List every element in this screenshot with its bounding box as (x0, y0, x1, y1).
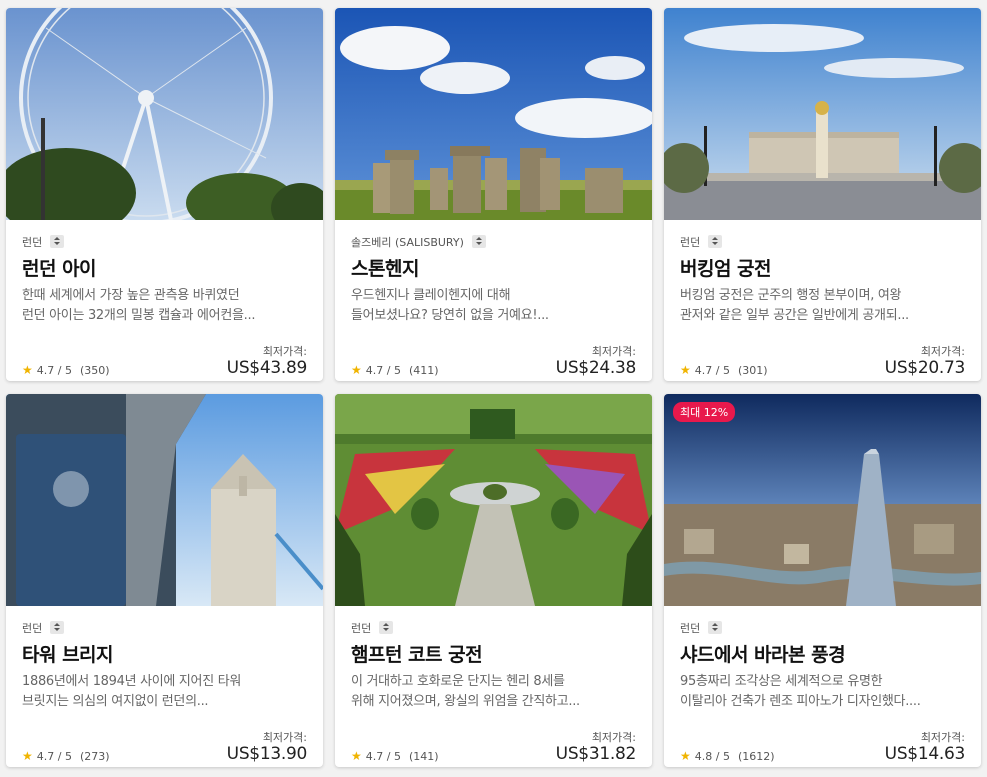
card-rating: ★ 4.7 / 5 (350) (22, 363, 110, 377)
description-line-1: 이 거대하고 호화로운 단지는 헨리 8세를 (351, 674, 565, 689)
star-icon: ★ (22, 363, 33, 377)
card-location: 런던 (680, 235, 701, 249)
price-value: US$24.38 (555, 358, 637, 378)
description-line-1: 한때 세계에서 가장 높은 관측용 바퀴였던 (22, 288, 240, 303)
review-count: (350) (79, 363, 110, 377)
card-title[interactable]: 런던 아이 (22, 254, 307, 281)
description-line-2: 이탈리아 건축가 렌조 피아노가 디자인했다.... (680, 694, 921, 709)
hampton-court-palace-photo[interactable] (335, 394, 652, 606)
sort-arrows-icon[interactable] (708, 621, 723, 634)
description-line-1: 95층짜리 조각상은 세계적으로 유명한 (680, 674, 883, 689)
sort-arrows-icon[interactable] (50, 621, 65, 634)
card-location: 런던 (22, 621, 43, 635)
rating-value: 4.7 (694, 363, 713, 377)
rating-max: / 5 (386, 749, 401, 763)
attraction-card-tower-bridge[interactable]: 런던 타워 브리지 1886년에서 1894년 사이에 지어진 타워 브릿지는 … (6, 394, 323, 767)
attraction-card-view-from-the-shard[interactable]: 최대 12% 런던 샤드에서 바라본 풍경 95층짜리 조각상은 세계적으로 유… (664, 394, 981, 767)
star-icon: ★ (351, 749, 362, 763)
card-title[interactable]: 샤드에서 바라본 풍경 (680, 640, 965, 667)
attractions-grid: 런던 런던 아이 한때 세계에서 가장 높은 관측용 바퀴였던 런던 아이는 3… (6, 8, 981, 767)
price-label: 최저가격: (920, 345, 965, 358)
card-rating: ★ 4.8 / 5 (1612) (680, 749, 775, 763)
description-line-2: 관저와 같은 일부 공간은 일반에게 공개되... (680, 308, 909, 323)
card-title[interactable]: 타워 브리지 (22, 640, 307, 667)
description-line-2: 브릿지는 의심의 여지없이 런던의... (22, 694, 209, 709)
tower-bridge-photo[interactable] (6, 394, 323, 606)
review-count: (141) (408, 749, 439, 763)
card-rating: ★ 4.7 / 5 (301) (680, 363, 768, 377)
sort-arrows-icon[interactable] (379, 621, 394, 634)
star-icon: ★ (351, 363, 362, 377)
rating-max: / 5 (57, 363, 72, 377)
star-icon: ★ (680, 363, 691, 377)
description-line-2: 런던 아이는 32개의 밀봉 캡슐과 에어컨을... (22, 308, 256, 323)
description-line-2: 들어보셨나요? 당연히 없을 거예요!... (351, 308, 549, 323)
review-count: (273) (79, 749, 110, 763)
price-value: US$13.90 (226, 744, 308, 764)
attraction-card-buckingham-palace[interactable]: 런던 버킹엄 궁전 버킹엄 궁전은 군주의 행정 본부이며, 여왕 관저와 같은… (664, 8, 981, 381)
buckingham-palace-photo[interactable] (664, 8, 981, 220)
card-rating: ★ 4.7 / 5 (273) (22, 749, 110, 763)
card-location: 런던 (351, 621, 372, 635)
star-icon: ★ (680, 749, 691, 763)
rating-value: 4.7 (365, 363, 384, 377)
price-label: 최저가격: (262, 731, 307, 744)
price-value: US$31.82 (555, 744, 637, 764)
price-value: US$43.89 (226, 358, 308, 378)
rating-max: / 5 (57, 749, 72, 763)
description-line-1: 버킹엄 궁전은 군주의 행정 본부이며, 여왕 (680, 288, 902, 303)
card-title[interactable]: 버킹엄 궁전 (680, 254, 965, 281)
rating-value: 4.8 (694, 749, 713, 763)
price-label: 최저가격: (920, 731, 965, 744)
card-description: 1886년에서 1894년 사이에 지어진 타워 브릿지는 의심의 여지없이 런… (22, 672, 307, 712)
review-count: (411) (408, 363, 439, 377)
card-description: 버킹엄 궁전은 군주의 행정 본부이며, 여왕 관저와 같은 일부 공간은 일반… (680, 286, 965, 326)
description-line-1: 우드헨지나 클레이헨지에 대해 (351, 288, 511, 303)
stonehenge-photo[interactable] (335, 8, 652, 220)
sort-arrows-icon[interactable] (708, 235, 723, 248)
card-location: 런던 (22, 235, 43, 249)
shard-view-photo[interactable]: 최대 12% (664, 394, 981, 606)
review-count: (1612) (737, 749, 775, 763)
card-description: 우드헨지나 클레이헨지에 대해 들어보셨나요? 당연히 없을 거예요!... (351, 286, 636, 326)
card-description: 한때 세계에서 가장 높은 관측용 바퀴였던 런던 아이는 32개의 밀봉 캡슐… (22, 286, 307, 326)
star-icon: ★ (22, 749, 33, 763)
card-title[interactable]: 햄프턴 코트 궁전 (351, 640, 636, 667)
sort-arrows-icon[interactable] (50, 235, 65, 248)
card-location: 솔즈베리 (SALISBURY) (351, 235, 464, 249)
rating-max: / 5 (386, 363, 401, 377)
card-title[interactable]: 스톤헨지 (351, 254, 636, 281)
price-value: US$20.73 (884, 358, 966, 378)
attraction-card-hampton-court-palace[interactable]: 런던 햄프턴 코트 궁전 이 거대하고 호화로운 단지는 헨리 8세를 위해 지… (335, 394, 652, 767)
description-line-1: 1886년에서 1894년 사이에 지어진 타워 (22, 674, 242, 689)
review-count: (301) (737, 363, 768, 377)
card-rating: ★ 4.7 / 5 (141) (351, 749, 439, 763)
price-value: US$14.63 (884, 744, 966, 764)
rating-max: / 5 (715, 749, 730, 763)
card-rating: ★ 4.7 / 5 (411) (351, 363, 439, 377)
attraction-card-london-eye[interactable]: 런던 런던 아이 한때 세계에서 가장 높은 관측용 바퀴였던 런던 아이는 3… (6, 8, 323, 381)
rating-value: 4.7 (36, 363, 55, 377)
london-eye-photo[interactable] (6, 8, 323, 220)
sort-arrows-icon[interactable] (471, 235, 486, 248)
card-description: 95층짜리 조각상은 세계적으로 유명한 이탈리아 건축가 렌조 피아노가 디자… (680, 672, 965, 712)
card-location: 런던 (680, 621, 701, 635)
discount-badge: 최대 12% (673, 402, 736, 422)
price-label: 최저가격: (591, 731, 636, 744)
price-label: 최저가격: (262, 345, 307, 358)
attraction-card-stonehenge[interactable]: 솔즈베리 (SALISBURY) 스톤헨지 우드헨지나 클레이헨지에 대해 들어… (335, 8, 652, 381)
rating-max: / 5 (715, 363, 730, 377)
price-label: 최저가격: (591, 345, 636, 358)
rating-value: 4.7 (365, 749, 384, 763)
rating-value: 4.7 (36, 749, 55, 763)
card-description: 이 거대하고 호화로운 단지는 헨리 8세를 위해 지어졌으며, 왕실의 위엄을… (351, 672, 636, 712)
description-line-2: 위해 지어졌으며, 왕실의 위엄을 간직하고... (351, 694, 580, 709)
